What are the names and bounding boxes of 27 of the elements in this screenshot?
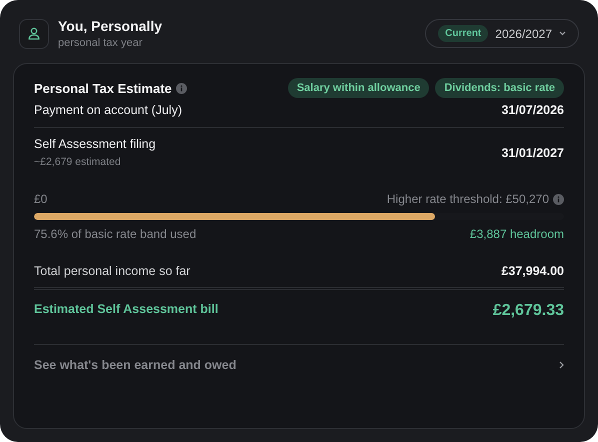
headroom-text: £3,887 headroom (470, 227, 564, 241)
section-subtitle: personal tax year (58, 37, 144, 49)
chevron-right-icon (559, 361, 564, 369)
deadline-label: Self Assessment filing (34, 137, 156, 151)
section-title: You, Personally (58, 18, 162, 34)
current-badge: Current (438, 25, 488, 42)
bill-label: Estimated Self Assessment bill (34, 302, 218, 316)
deadline-note: ~£2,679 estimated (34, 156, 122, 168)
tax-year-value: 2026/2027 (495, 26, 552, 40)
threshold-label: Higher rate threshold: £50,270 (386, 192, 549, 206)
deadline-date: 31/01/2027 (501, 146, 564, 160)
bill-value: £2,679.33 (492, 302, 564, 320)
card-title: Personal Tax Estimate (34, 80, 172, 96)
band-start-label: £0 (34, 192, 48, 206)
deadline-date: 31/07/2026 (501, 103, 564, 117)
earned-owed-link[interactable]: See what's been earned and owed (34, 345, 564, 385)
tax-year-selector[interactable]: Current 2026/2027 (425, 19, 579, 48)
user-icon (28, 27, 40, 40)
chevron-down-icon (559, 31, 566, 36)
deadline-label: Payment on account (July) (34, 103, 182, 117)
band-used-text: 75.6% of basic rate band used (34, 227, 196, 241)
info-icon (176, 82, 187, 94)
income-value: £37,994.00 (501, 264, 564, 278)
status-tag: Salary within allowance (288, 78, 430, 98)
income-label: Total personal income so far (34, 264, 190, 278)
status-tag: Dividends: basic rate (435, 78, 564, 98)
info-icon (553, 194, 564, 204)
